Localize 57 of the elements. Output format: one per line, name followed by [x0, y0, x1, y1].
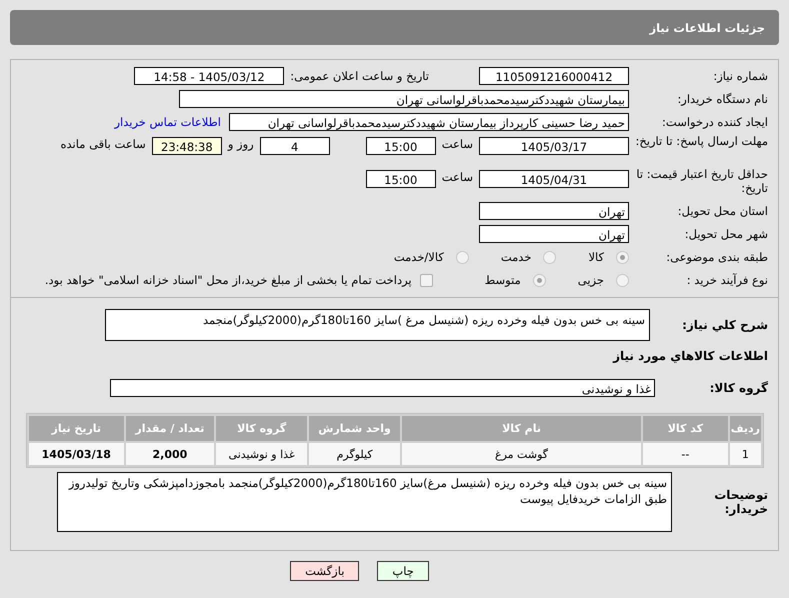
province-field: تهران — [479, 202, 629, 220]
deadline-date-field: 1405/03/17 — [479, 137, 629, 155]
field-label: مهلت ارسال پاسخ: تا تاریخ: — [634, 134, 769, 148]
goods-group-field: غذا و نوشیدنی — [110, 379, 655, 397]
back-button[interactable]: بازگشت — [290, 561, 360, 581]
field-label: شهر محل تحویل: — [684, 227, 769, 241]
column-header: واحد شمارش — [309, 416, 400, 441]
payment-checkbox[interactable]: پرداخت تمام یا بخشی از مبلغ خرید،از محل "اسناد خزانه اسلامی" خواهد بود. — [44, 273, 433, 287]
description-field: سینه بی خس بدون فیله وخرده ریزه (شنیسل مرغ )سایز 160تا180گرم(2000کیلوگر)منجمد — [105, 309, 650, 341]
field-label: حداقل تاریخ اعتبار قیمت: تا تاریخ: — [635, 167, 769, 195]
column-header: گروه کالا — [216, 416, 308, 441]
field-label: گروه کالا: — [708, 381, 769, 395]
table-cell: -- — [642, 443, 728, 465]
field-label: ایجاد کننده درخواست: — [661, 115, 769, 129]
field-label: نام دستگاه خریدار: — [676, 92, 769, 106]
column-header: ردیف — [730, 416, 761, 441]
buyer-notes-field: سینه بی خس بدون فیله وخرده ریزه (شنیسل مرغ)سایز 160تا180گرم(2000کیلوگر)منجمد بامجوزدامپزشکی وتاریخ تولیدروز طبق الزامات خریدفایل پیوست — [57, 472, 672, 532]
validity-date-field: 1405/04/31 — [479, 170, 629, 188]
field-label: نوع فرآیند خرید : — [686, 273, 769, 287]
buyer-contact-link[interactable]: اطلاعات تماس خریدار — [114, 115, 221, 129]
validity-time-field: 15:00 — [366, 170, 436, 188]
buyer-org-field: بیمارستان شهیددکترسیدمحمدباقرلواسانی تهران — [179, 90, 629, 108]
category-radio[interactable]: خدمت — [500, 250, 556, 264]
field-label: توضیحات خریدار: — [713, 488, 769, 516]
time-label: ساعت — [442, 170, 473, 184]
days-field: 4 — [260, 137, 330, 155]
field-label: شرح کلي نياز: — [681, 318, 769, 332]
table-cell: 1 — [730, 443, 761, 465]
table-cell: کیلوگرم — [309, 443, 400, 465]
table-cell: گوشت مرغ — [402, 443, 641, 465]
category-radio[interactable]: کالا/خدمت — [394, 250, 469, 264]
need-number-field: 1105091216000412 — [479, 67, 629, 85]
column-header: تاریخ نیاز — [29, 416, 124, 441]
table-cell: 1405/03/18 — [29, 443, 124, 465]
column-header: کد کالا — [642, 416, 728, 441]
process-radio[interactable]: متوسط — [484, 273, 546, 287]
announce-date-field: 1405/03/12 - 14:58 — [134, 67, 284, 85]
field-label: تاریخ و ساعت اعلان عمومی: — [290, 69, 429, 83]
remaining-time-field: 23:48:38 — [152, 137, 222, 155]
remaining-label: ساعت باقی مانده — [60, 137, 146, 151]
field-label: طبقه بندی موضوعی: — [665, 250, 769, 264]
page-title: جزئیات اطلاعات نیاز — [649, 20, 765, 34]
field-label: شماره نیاز: — [712, 69, 769, 83]
print-button[interactable]: چاپ — [377, 561, 429, 581]
table-cell: غذا و نوشیدنی — [216, 443, 308, 465]
time-label: ساعت — [442, 137, 473, 151]
city-field: تهران — [479, 225, 629, 243]
field-label: استان محل تحویل: — [676, 204, 769, 218]
process-radio[interactable]: جزیی — [578, 273, 629, 287]
column-header: نام کالا — [402, 416, 641, 441]
section-heading: اطلاعات کالاهاي مورد نياز — [612, 349, 769, 363]
deadline-time-field: 15:00 — [366, 137, 436, 155]
column-header: تعداد / مقدار — [126, 416, 214, 441]
days-label: روز و — [228, 137, 254, 151]
requester-field: حمید رضا حسینی کارپرداز بیمارستان شهیددکترسیدمحمدباقرلواسانی تهران — [229, 113, 629, 131]
table-cell: 2,000 — [126, 443, 214, 465]
category-radio[interactable]: کالا — [588, 250, 629, 264]
